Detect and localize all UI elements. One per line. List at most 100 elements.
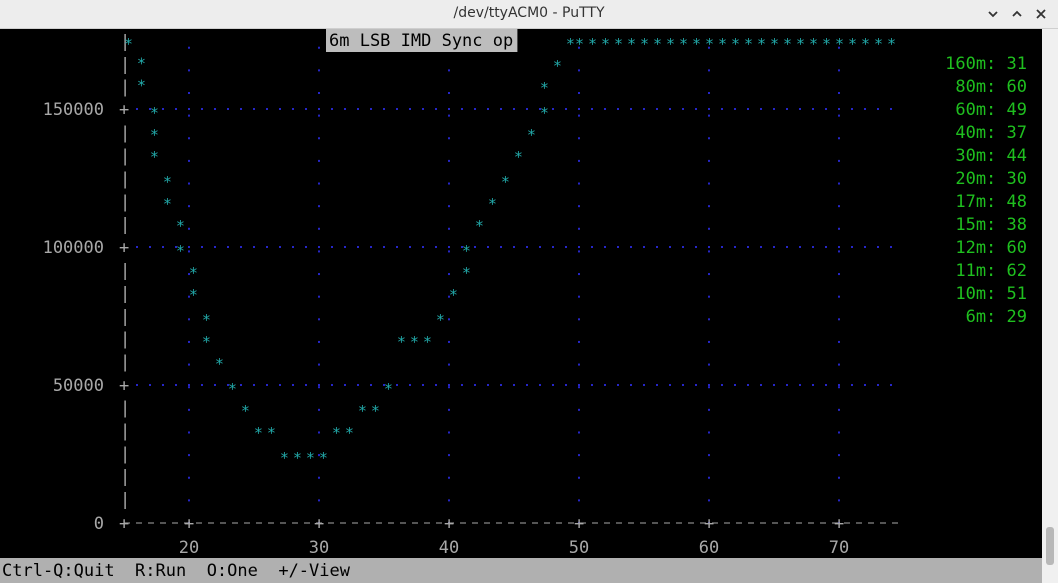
- y-axis-bar: |: [120, 146, 130, 166]
- band-readout: 17m: 48: [945, 192, 1027, 212]
- grid-dot: [708, 182, 710, 185]
- grid-dot: [578, 137, 580, 140]
- data-point: *: [345, 424, 354, 442]
- data-point: *: [176, 242, 185, 260]
- grid-dot: [708, 91, 710, 94]
- grid-dot: [318, 476, 320, 479]
- grid-dot: [318, 250, 320, 253]
- data-point: *: [744, 35, 753, 53]
- grid-dot: [643, 246, 645, 248]
- grid-dot: [578, 318, 580, 321]
- y-tick-label: 0: [94, 514, 104, 534]
- grid-dot: [708, 205, 710, 208]
- grid-dot: [474, 384, 476, 386]
- grid-dot: [188, 499, 190, 502]
- data-point: *: [640, 35, 649, 53]
- scrollbar[interactable]: [1042, 29, 1058, 583]
- grid-dot: [344, 108, 346, 110]
- data-point: *: [601, 35, 610, 53]
- grid-dot: [461, 384, 463, 386]
- grid-dot: [747, 246, 749, 248]
- grid-dot: [448, 499, 450, 502]
- grid-dot: [578, 182, 580, 185]
- grid-dot: [539, 384, 541, 386]
- data-point: *: [150, 104, 159, 122]
- data-point: *: [540, 104, 549, 122]
- data-point: *: [783, 35, 792, 53]
- grid-dot: [747, 384, 749, 386]
- band-readout: 40m: 37: [945, 123, 1027, 143]
- grid-dot: [318, 137, 320, 140]
- maximize-icon[interactable]: [1006, 4, 1028, 24]
- grid-dot: [695, 384, 697, 386]
- grid-dot: [448, 91, 450, 94]
- y-tick-label: 50000: [53, 376, 104, 396]
- grid-dot: [708, 363, 710, 366]
- grid-dot: [656, 108, 658, 110]
- grid-dot: [838, 499, 840, 502]
- grid-dot: [318, 340, 320, 343]
- grid-dot: [578, 69, 580, 72]
- data-point: *: [887, 35, 896, 53]
- data-point: *: [796, 35, 805, 53]
- data-point: *: [566, 35, 575, 53]
- data-point: *: [653, 35, 662, 53]
- grid-dot: [838, 476, 840, 479]
- grid-dot: [292, 108, 294, 110]
- grid-dot: [487, 108, 489, 110]
- y-axis-bar: |: [120, 124, 130, 144]
- minimize-icon[interactable]: [982, 4, 1004, 24]
- terminal-area[interactable]: | | | | | | | | | | | | | | | | | | +0 +50000 +100000 +150000…: [0, 29, 1042, 583]
- grid-dot: [773, 246, 775, 248]
- grid-dot: [422, 246, 424, 248]
- grid-dot: [695, 108, 697, 110]
- grid-dot: [318, 108, 320, 110]
- data-point: *: [215, 355, 224, 373]
- grid-dot: [448, 454, 450, 457]
- grid-dot: [409, 384, 411, 386]
- data-point: *: [501, 173, 510, 191]
- grid-dot: [214, 384, 216, 386]
- grid-dot: [461, 108, 463, 110]
- data-point: *: [436, 311, 445, 329]
- grid-dot: [838, 386, 840, 389]
- grid-dot: [500, 108, 502, 110]
- grid-dot: [136, 108, 138, 110]
- band-readout: 60m: 49: [945, 100, 1027, 120]
- data-point: *: [423, 333, 432, 351]
- grid-dot: [227, 246, 229, 248]
- grid-dot: [279, 384, 281, 386]
- grid-dot: [266, 246, 268, 248]
- grid-dot: [266, 108, 268, 110]
- grid-dot: [435, 108, 437, 110]
- grid-dot: [279, 108, 281, 110]
- grid-dot: [396, 108, 398, 110]
- grid-dot: [357, 384, 359, 386]
- grid-dot: [318, 318, 320, 321]
- y-axis-bar: |: [120, 78, 130, 98]
- scrollbar-thumb[interactable]: [1046, 527, 1054, 565]
- grid-dot: [864, 384, 866, 386]
- y-tick-label: 100000: [43, 238, 104, 258]
- close-icon[interactable]: [1030, 4, 1052, 24]
- window-title: /dev/ttyACM0 - PuTTY: [453, 5, 605, 21]
- grid-dot: [318, 384, 320, 386]
- grid-dot: [578, 408, 580, 411]
- data-point: *: [280, 449, 289, 467]
- grid-dot: [448, 227, 450, 230]
- grid-dot: [188, 340, 190, 343]
- grid-dot: [474, 108, 476, 110]
- grid-dot: [578, 91, 580, 94]
- grid-dot: [617, 246, 619, 248]
- grid-dot: [578, 431, 580, 434]
- band-readout: 160m: 31: [945, 54, 1027, 74]
- grid-dot: [838, 114, 840, 117]
- grid-dot: [877, 384, 879, 386]
- data-point: *: [692, 35, 701, 53]
- y-axis-bar: |: [120, 398, 130, 418]
- grid-dot: [617, 384, 619, 386]
- grid-dot: [708, 250, 710, 253]
- grid-dot: [708, 295, 710, 298]
- grid-dot: [838, 137, 840, 140]
- grid-dot: [630, 108, 632, 110]
